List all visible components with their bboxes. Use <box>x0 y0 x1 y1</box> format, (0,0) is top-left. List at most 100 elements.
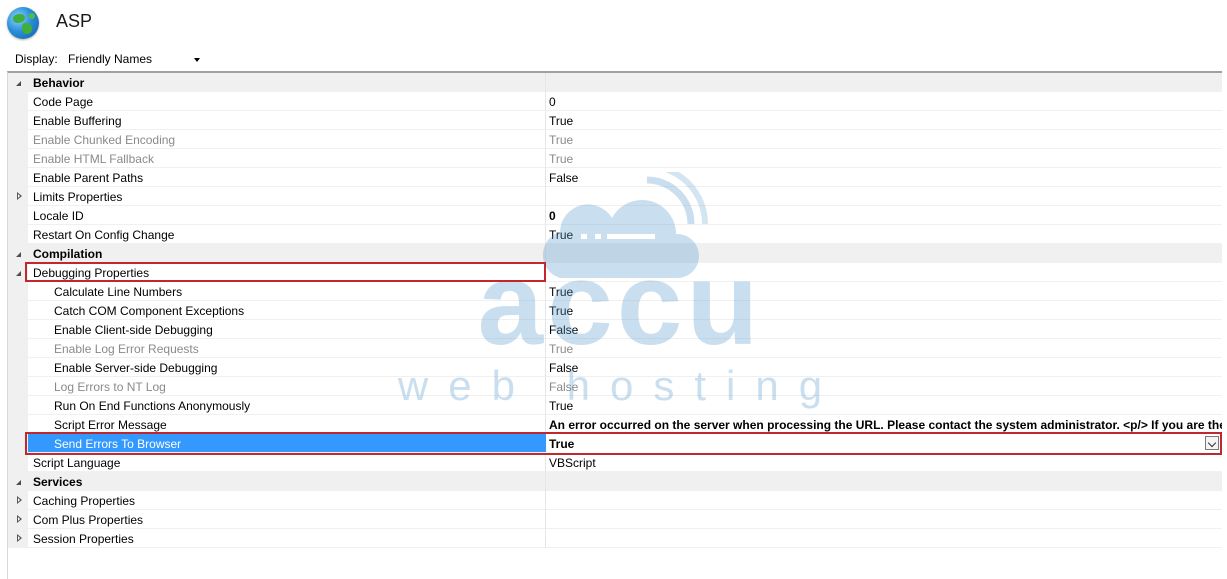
property-value: True <box>549 342 574 356</box>
expand-arrow-icon[interactable] <box>17 192 22 200</box>
row-gutter <box>8 111 28 130</box>
column-divider <box>545 92 546 111</box>
property-value: False <box>549 380 579 394</box>
property-value: 0 <box>549 95 556 109</box>
property-name: Debugging Properties <box>33 266 150 280</box>
property-row-send-errors-to-browser[interactable]: Send Errors To Browser True <box>8 434 1222 453</box>
property-row-debugging-properties[interactable]: Debugging Properties <box>8 263 1222 282</box>
property-name: Behavior <box>33 76 85 90</box>
property-value: True <box>549 304 574 318</box>
column-divider <box>545 529 546 548</box>
collapse-arrow-icon[interactable] <box>16 252 21 257</box>
row-gutter <box>8 149 28 168</box>
property-value[interactable]: True <box>549 437 574 451</box>
value-editor[interactable] <box>546 434 1222 453</box>
property-name: Session Properties <box>33 532 134 546</box>
chevron-down-icon <box>1207 438 1217 448</box>
property-name: Code Page <box>33 95 94 109</box>
property-name: Enable HTML Fallback <box>33 152 154 166</box>
collapse-arrow-icon[interactable] <box>16 480 21 485</box>
column-divider <box>545 73 546 92</box>
property-name: Send Errors To Browser <box>54 437 182 451</box>
property-row-enable-server-side-debugging[interactable]: Enable Server-side Debugging False <box>8 358 1222 377</box>
property-row-script-language[interactable]: Script Language VBScript <box>8 453 1222 472</box>
column-divider <box>545 491 546 510</box>
column-divider <box>545 111 546 130</box>
category-services[interactable]: Services <box>8 472 1222 491</box>
row-gutter <box>8 168 28 187</box>
title-bar: ASP <box>0 0 1227 48</box>
property-row-log-errors-to-nt-log[interactable]: Log Errors to NT Log False <box>8 377 1222 396</box>
column-divider <box>545 358 546 377</box>
column-divider <box>545 415 546 434</box>
property-value: 0 <box>549 209 556 223</box>
property-value: True <box>549 133 574 147</box>
column-divider <box>545 301 546 320</box>
column-divider <box>545 396 546 415</box>
property-value: False <box>549 171 579 185</box>
category-behavior[interactable]: Behavior <box>8 73 1222 92</box>
property-value: False <box>549 361 579 375</box>
display-label: Display: <box>15 52 58 66</box>
property-name: Enable Log Error Requests <box>54 342 199 356</box>
collapse-arrow-icon[interactable] <box>16 81 21 86</box>
property-row-limits-properties[interactable]: Limits Properties <box>8 187 1222 206</box>
property-row-run-on-end-functions-anonymously[interactable]: Run On End Functions Anonymously True <box>8 396 1222 415</box>
property-row-enable-chunked-encoding[interactable]: Enable Chunked Encoding True <box>8 130 1222 149</box>
property-row-enable-parent-paths[interactable]: Enable Parent Paths False <box>8 168 1222 187</box>
page-title: ASP <box>56 11 93 31</box>
property-row-code-page[interactable]: Code Page 0 <box>8 92 1222 111</box>
property-name: Limits Properties <box>33 190 123 204</box>
column-divider <box>545 453 546 472</box>
property-row-catch-com-component-exceptions[interactable]: Catch COM Component Exceptions True <box>8 301 1222 320</box>
column-divider <box>545 510 546 529</box>
property-value: True <box>549 399 574 413</box>
property-row-caching-properties[interactable]: Caching Properties <box>8 491 1222 510</box>
category-compilation[interactable]: Compilation <box>8 244 1222 263</box>
property-name: Script Error Message <box>54 418 167 432</box>
property-row-session-properties[interactable]: Session Properties <box>8 529 1222 548</box>
row-gutter <box>8 130 28 149</box>
property-row-restart-on-config-change[interactable]: Restart On Config Change True <box>8 225 1222 244</box>
property-name: Enable Client-side Debugging <box>54 323 213 337</box>
property-row-calculate-line-numbers[interactable]: Calculate Line Numbers True <box>8 282 1222 301</box>
property-row-enable-log-error-requests[interactable]: Enable Log Error Requests True <box>8 339 1222 358</box>
value-dropdown-button[interactable] <box>1205 436 1219 450</box>
display-mode-value: Friendly Names <box>68 52 153 66</box>
collapse-arrow-icon[interactable] <box>16 271 21 276</box>
row-gutter <box>8 434 28 453</box>
property-row-com-plus-properties[interactable]: Com Plus Properties <box>8 510 1222 529</box>
row-gutter <box>8 415 28 434</box>
property-value: True <box>549 152 574 166</box>
row-gutter <box>8 453 28 472</box>
property-name: Com Plus Properties <box>33 513 144 527</box>
row-gutter <box>8 206 28 225</box>
expand-arrow-icon[interactable] <box>17 496 22 504</box>
property-row-locale-id[interactable]: Locale ID 0 <box>8 206 1222 225</box>
property-row-script-error-message[interactable]: Script Error Message An error occurred on… <box>8 415 1222 434</box>
column-divider <box>545 187 546 206</box>
column-divider <box>545 472 546 491</box>
property-value: True <box>549 285 574 299</box>
column-divider <box>545 244 546 263</box>
column-divider <box>545 377 546 396</box>
property-value: False <box>549 323 579 337</box>
property-row-enable-html-fallback[interactable]: Enable HTML Fallback True <box>8 149 1222 168</box>
display-mode-dropdown[interactable]: Friendly Names <box>68 52 204 68</box>
property-row-enable-client-side-debugging[interactable]: Enable Client-side Debugging False <box>8 320 1222 339</box>
property-name: Enable Server-side Debugging <box>54 361 218 375</box>
row-gutter <box>8 396 28 415</box>
property-value: VBScript <box>549 456 596 470</box>
property-name: Catch COM Component Exceptions <box>54 304 245 318</box>
property-value: True <box>549 228 574 242</box>
expand-arrow-icon[interactable] <box>17 534 22 542</box>
property-grid: Behavior Code Page 0 Enable Buffering True En… <box>7 71 1222 579</box>
row-gutter <box>8 92 28 111</box>
row-gutter <box>8 301 28 320</box>
property-name: Compilation <box>33 247 103 261</box>
property-row-enable-buffering[interactable]: Enable Buffering True <box>8 111 1222 130</box>
expand-arrow-icon[interactable] <box>17 515 22 523</box>
dropdown-arrow-icon <box>194 58 200 62</box>
property-name: Script Language <box>33 456 121 470</box>
row-gutter <box>8 358 28 377</box>
